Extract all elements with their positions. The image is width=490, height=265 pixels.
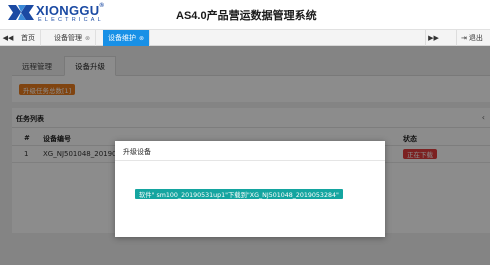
app-header: XIONGGU® ELECTRICAL AS4.0产品营运数据管理系统 bbox=[0, 0, 490, 29]
tab-device-management[interactable]: 设备管理 ⊗ bbox=[49, 30, 97, 46]
dialog-title: 升级设备 bbox=[123, 148, 151, 156]
tab-label: 设备维护 bbox=[108, 34, 136, 42]
tab-device-maintenance[interactable]: 设备维护 ⊗ bbox=[103, 30, 151, 46]
logout-label: 退出 bbox=[468, 34, 483, 42]
logo-mark-icon bbox=[8, 5, 34, 20]
logout-button[interactable]: ⇥ 退出 bbox=[456, 30, 490, 46]
logo-registered-mark: ® bbox=[99, 3, 105, 9]
logo-subtext: ELECTRICAL bbox=[38, 17, 104, 23]
logout-icon: ⇥ bbox=[461, 34, 467, 42]
upgrade-device-dialog: 升级设备 软件" sm100_20190531up1"下载到"XG_NJ5010… bbox=[115, 141, 385, 237]
tab-home[interactable]: 首页 bbox=[16, 30, 41, 46]
tab-label: 设备管理 bbox=[54, 34, 82, 42]
scroll-tabs-left-icon[interactable]: ◀◀ bbox=[0, 30, 16, 46]
close-tab-icon[interactable]: ⊗ bbox=[139, 35, 144, 42]
scroll-tabs-right-icon[interactable]: ▶▶ bbox=[425, 30, 441, 46]
dialog-header: 升级设备 bbox=[115, 141, 385, 161]
tab-bar: ◀◀ 首页 设备管理 ⊗ 设备维护 ⊗ ▶▶ ⇥ 退出 bbox=[0, 29, 490, 46]
logo-text: XIONGGU bbox=[36, 3, 100, 18]
close-tab-icon[interactable]: ⊗ bbox=[85, 35, 90, 42]
tab-label: 首页 bbox=[21, 34, 35, 42]
app-title: AS4.0产品营运数据管理系统 bbox=[176, 10, 317, 22]
download-progress-message: 软件" sm100_20190531up1"下载到"XG_NJ501048_20… bbox=[135, 189, 343, 199]
